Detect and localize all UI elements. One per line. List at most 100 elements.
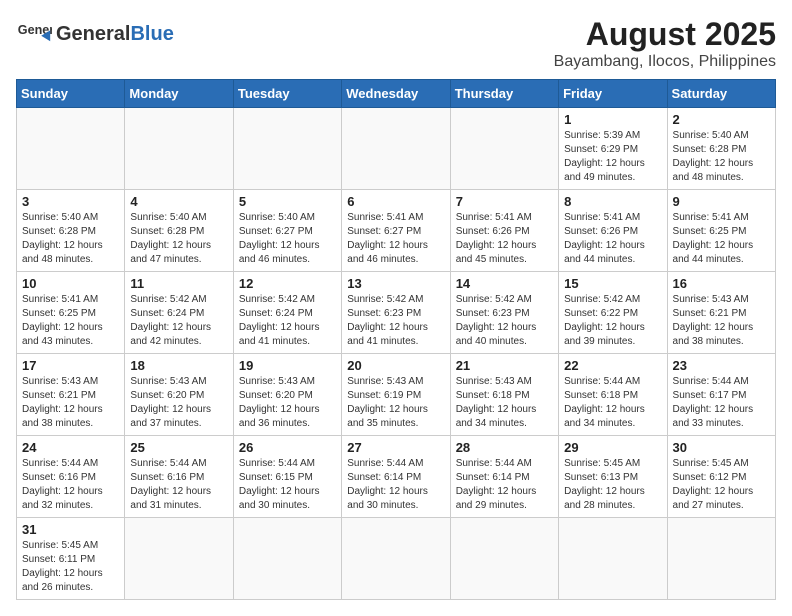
day-sun-info: Sunrise: 5:45 AM Sunset: 6:12 PM Dayligh…: [673, 457, 770, 513]
calendar-title: August 2025: [554, 16, 776, 53]
day-of-week-header: Saturday: [667, 80, 775, 108]
day-sun-info: Sunrise: 5:42 AM Sunset: 6:23 PM Dayligh…: [347, 293, 444, 349]
day-sun-info: Sunrise: 5:40 AM Sunset: 6:28 PM Dayligh…: [22, 211, 119, 267]
day-number: 7: [456, 194, 553, 209]
calendar-cell: 5Sunrise: 5:40 AM Sunset: 6:27 PM Daylig…: [233, 190, 341, 272]
calendar-cell: [667, 518, 775, 600]
calendar-cell: 3 Sunrise: 5:40 AM Sunset: 6:28 PM Daylig…: [17, 190, 125, 272]
calendar-cell: 7 Sunrise: 5:41 AM Sunset: 6:26 PM Daylig…: [450, 190, 558, 272]
calendar-cell: 21 Sunrise: 5:43 AM Sunset: 6:18 PM Dayli…: [450, 354, 558, 436]
day-number: 29: [564, 440, 661, 455]
calendar-cell: 4 Sunrise: 5:40 AM Sunset: 6:28 PM Daylig…: [125, 190, 233, 272]
day-sun-info: Sunrise: 5:41 AM Sunset: 6:25 PM Dayligh…: [673, 211, 770, 267]
day-of-week-header: Thursday: [450, 80, 558, 108]
calendar-cell: 28Sunrise: 5:44 AM Sunset: 6:14 PM Dayli…: [450, 436, 558, 518]
day-number: 10: [22, 276, 119, 291]
day-sun-info: Sunrise: 5:44 AM Sunset: 6:14 PM Dayligh…: [347, 457, 444, 513]
day-number: 11: [130, 276, 227, 291]
day-sun-info: Sunrise: 5:44 AM Sunset: 6:15 PM Dayligh…: [239, 457, 336, 513]
day-number: 9: [673, 194, 770, 209]
day-of-week-header: Friday: [559, 80, 667, 108]
day-number: 31: [22, 522, 119, 537]
calendar-cell: 19 Sunrise: 5:43 AM Sunset: 6:20 PM Dayli…: [233, 354, 341, 436]
day-sun-info: Sunrise: 5:44 AM Sunset: 6:16 PM Dayligh…: [130, 457, 227, 513]
calendar-cell: 23Sunrise: 5:44 AM Sunset: 6:17 PM Dayli…: [667, 354, 775, 436]
calendar-cell: [233, 108, 341, 190]
day-number: 1: [564, 112, 661, 127]
day-sun-info: Sunrise: 5:43 AM Sunset: 6:21 PM Dayligh…: [22, 375, 119, 431]
day-sun-info: Sunrise: 5:41 AM Sunset: 6:27 PM Dayligh…: [347, 211, 444, 267]
day-of-week-header: Monday: [125, 80, 233, 108]
day-number: 25: [130, 440, 227, 455]
header: General GeneralBlue August 2025 Bayamban…: [16, 16, 776, 71]
calendar-cell: 6 Sunrise: 5:41 AM Sunset: 6:27 PM Daylig…: [342, 190, 450, 272]
calendar-cell: [559, 518, 667, 600]
day-sun-info: Sunrise: 5:42 AM Sunset: 6:24 PM Dayligh…: [130, 293, 227, 349]
generalblue-logo-icon: General: [16, 16, 52, 52]
day-number: 19: [239, 358, 336, 373]
day-sun-info: Sunrise: 5:43 AM Sunset: 6:20 PM Dayligh…: [130, 375, 227, 431]
calendar-cell: [125, 518, 233, 600]
day-sun-info: Sunrise: 5:45 AM Sunset: 6:11 PM Dayligh…: [22, 539, 119, 595]
calendar-week-row: 24 Sunrise: 5:44 AM Sunset: 6:16 PM Dayli…: [17, 436, 776, 518]
day-number: 24: [22, 440, 119, 455]
day-number: 6: [347, 194, 444, 209]
day-number: 22: [564, 358, 661, 373]
calendar-cell: 16 Sunrise: 5:43 AM Sunset: 6:21 PM Dayli…: [667, 272, 775, 354]
calendar-cell: 17 Sunrise: 5:43 AM Sunset: 6:21 PM Dayli…: [17, 354, 125, 436]
calendar-cell: 14 Sunrise: 5:42 AM Sunset: 6:23 PM Dayli…: [450, 272, 558, 354]
logo: General GeneralBlue: [16, 16, 174, 52]
day-number: 30: [673, 440, 770, 455]
calendar-cell: [450, 108, 558, 190]
calendar-cell: 1Sunrise: 5:39 AM Sunset: 6:29 PM Daylig…: [559, 108, 667, 190]
day-sun-info: Sunrise: 5:41 AM Sunset: 6:25 PM Dayligh…: [22, 293, 119, 349]
calendar-cell: 25 Sunrise: 5:44 AM Sunset: 6:16 PM Dayli…: [125, 436, 233, 518]
logo-text: GeneralBlue: [56, 24, 174, 44]
day-number: 13: [347, 276, 444, 291]
calendar-cell: 8Sunrise: 5:41 AM Sunset: 6:26 PM Daylig…: [559, 190, 667, 272]
day-number: 3: [22, 194, 119, 209]
day-number: 16: [673, 276, 770, 291]
calendar-cell: 18Sunrise: 5:43 AM Sunset: 6:20 PM Dayli…: [125, 354, 233, 436]
day-number: 14: [456, 276, 553, 291]
day-number: 23: [673, 358, 770, 373]
day-sun-info: Sunrise: 5:43 AM Sunset: 6:21 PM Dayligh…: [673, 293, 770, 349]
calendar-cell: 20Sunrise: 5:43 AM Sunset: 6:19 PM Dayli…: [342, 354, 450, 436]
day-sun-info: Sunrise: 5:43 AM Sunset: 6:18 PM Dayligh…: [456, 375, 553, 431]
calendar-cell: 12Sunrise: 5:42 AM Sunset: 6:24 PM Dayli…: [233, 272, 341, 354]
day-sun-info: Sunrise: 5:42 AM Sunset: 6:23 PM Dayligh…: [456, 293, 553, 349]
calendar-week-row: 3 Sunrise: 5:40 AM Sunset: 6:28 PM Daylig…: [17, 190, 776, 272]
calendar-cell: 13 Sunrise: 5:42 AM Sunset: 6:23 PM Dayli…: [342, 272, 450, 354]
calendar-week-row: 1Sunrise: 5:39 AM Sunset: 6:29 PM Daylig…: [17, 108, 776, 190]
calendar-header-row: SundayMondayTuesdayWednesdayThursdayFrid…: [17, 80, 776, 108]
day-number: 21: [456, 358, 553, 373]
calendar-cell: 11 Sunrise: 5:42 AM Sunset: 6:24 PM Dayli…: [125, 272, 233, 354]
calendar-cell: 15 Sunrise: 5:42 AM Sunset: 6:22 PM Dayli…: [559, 272, 667, 354]
day-number: 15: [564, 276, 661, 291]
calendar-cell: [125, 108, 233, 190]
day-number: 17: [22, 358, 119, 373]
calendar-cell: 24Sunrise: 5:44 AM Sunset: 6:16 PM Dayli…: [17, 436, 125, 518]
calendar-cell: [17, 108, 125, 190]
title-area: August 2025 Bayambang, Ilocos, Philippin…: [554, 16, 776, 71]
day-sun-info: Sunrise: 5:42 AM Sunset: 6:22 PM Dayligh…: [564, 293, 661, 349]
day-of-week-header: Sunday: [17, 80, 125, 108]
calendar-cell: [450, 518, 558, 600]
day-of-week-header: Tuesday: [233, 80, 341, 108]
calendar-cell: 22 Sunrise: 5:44 AM Sunset: 6:18 PM Dayli…: [559, 354, 667, 436]
day-sun-info: Sunrise: 5:43 AM Sunset: 6:20 PM Dayligh…: [239, 375, 336, 431]
day-sun-info: Sunrise: 5:41 AM Sunset: 6:26 PM Dayligh…: [456, 211, 553, 267]
day-number: 8: [564, 194, 661, 209]
calendar-table: SundayMondayTuesdayWednesdayThursdayFrid…: [16, 79, 776, 600]
day-sun-info: Sunrise: 5:45 AM Sunset: 6:13 PM Dayligh…: [564, 457, 661, 513]
day-sun-info: Sunrise: 5:40 AM Sunset: 6:27 PM Dayligh…: [239, 211, 336, 267]
day-number: 4: [130, 194, 227, 209]
day-number: 28: [456, 440, 553, 455]
calendar-week-row: 17 Sunrise: 5:43 AM Sunset: 6:21 PM Dayli…: [17, 354, 776, 436]
calendar-week-row: 10 Sunrise: 5:41 AM Sunset: 6:25 PM Dayli…: [17, 272, 776, 354]
calendar-cell: 30 Sunrise: 5:45 AM Sunset: 6:12 PM Dayli…: [667, 436, 775, 518]
calendar-subtitle: Bayambang, Ilocos, Philippines: [554, 53, 776, 71]
day-sun-info: Sunrise: 5:44 AM Sunset: 6:18 PM Dayligh…: [564, 375, 661, 431]
day-sun-info: Sunrise: 5:40 AM Sunset: 6:28 PM Dayligh…: [130, 211, 227, 267]
calendar-cell: 9 Sunrise: 5:41 AM Sunset: 6:25 PM Daylig…: [667, 190, 775, 272]
